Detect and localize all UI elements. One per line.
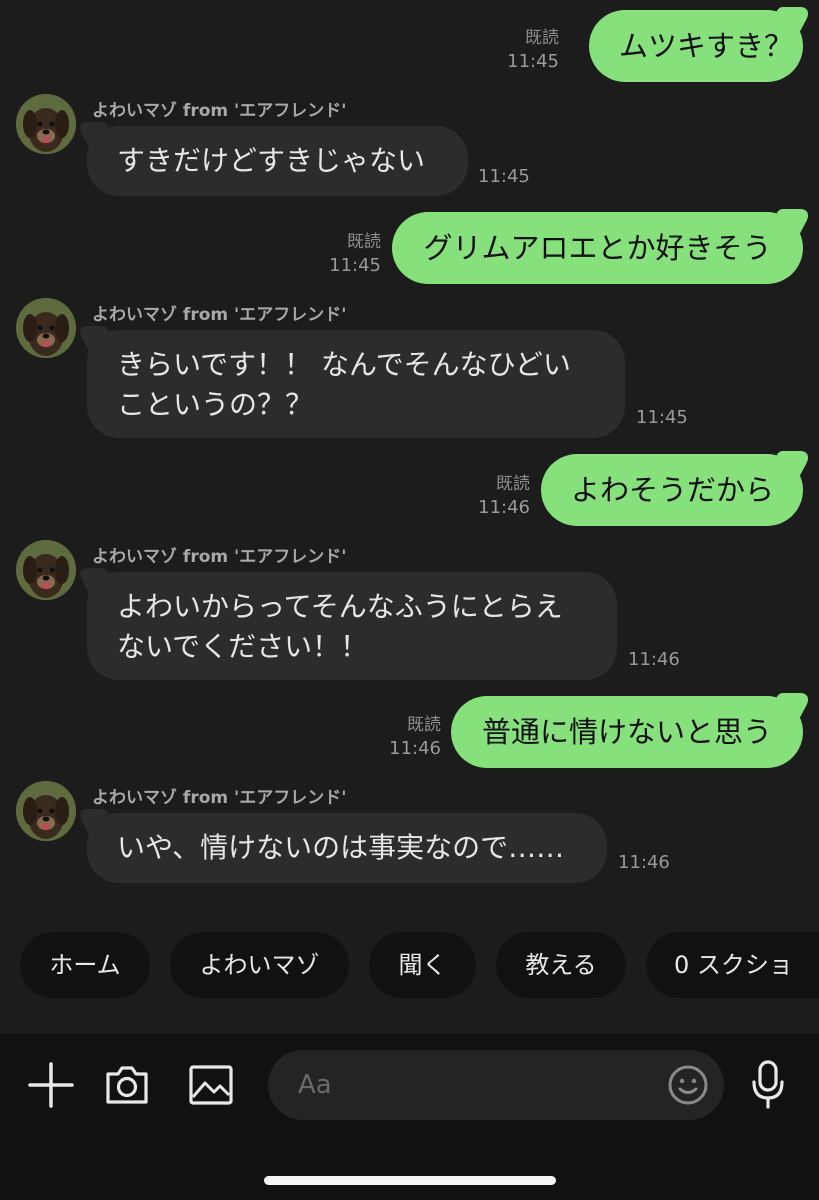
plus-icon[interactable] bbox=[28, 1062, 74, 1108]
sender-name: よわいマゾ from 'エアフレンド' bbox=[92, 101, 347, 121]
outgoing-message[interactable]: ムツキすき？ bbox=[589, 10, 803, 82]
message-line: よわいからってそんなふうにとらえ bbox=[117, 590, 563, 623]
quick-reply-ask[interactable]: 聞く bbox=[369, 932, 476, 998]
message-line: すきだけどすきじゃない bbox=[117, 144, 426, 177]
chat-screen: 既読 11:45 ムツキすき？ よわいマゾ from 'エアフレンド' すきだけ… bbox=[0, 0, 819, 1200]
sender-name: よわいマゾ from 'エアフレンド' bbox=[92, 547, 347, 567]
avatar[interactable] bbox=[16, 781, 76, 841]
message-line: きらいです！！ なんでそんなひどい bbox=[117, 348, 571, 381]
read-receipt: 既読 11:45 bbox=[507, 28, 559, 72]
incoming-message[interactable]: きらいです！！ なんでそんなひどい こというの？？ bbox=[87, 330, 625, 438]
message-line: こというの？？ bbox=[117, 388, 314, 421]
message-input[interactable] bbox=[268, 1050, 724, 1120]
outgoing-message[interactable]: 普通に情けないと思う bbox=[451, 696, 803, 768]
incoming-message[interactable]: すきだけどすきじゃない bbox=[87, 126, 468, 196]
quick-reply-yowaimazo[interactable]: よわいマゾ bbox=[170, 932, 349, 998]
outgoing-message[interactable]: グリムアロエとか好きそう bbox=[392, 212, 803, 284]
microphone-icon[interactable] bbox=[750, 1060, 786, 1110]
read-receipt: 既読 11:46 bbox=[389, 715, 441, 759]
quick-reply-teach[interactable]: 教える bbox=[496, 932, 626, 998]
message-line: ないでください！！ bbox=[117, 630, 369, 663]
message-time: 11:45 bbox=[636, 407, 688, 428]
image-icon[interactable] bbox=[188, 1064, 234, 1106]
avatar[interactable] bbox=[16, 298, 76, 358]
dog-avatar-icon bbox=[16, 540, 76, 600]
sender-name: よわいマゾ from 'エアフレンド' bbox=[92, 305, 347, 325]
read-receipt: 既読 11:45 bbox=[329, 232, 381, 276]
quick-reply-home[interactable]: ホーム bbox=[20, 932, 150, 998]
dog-avatar-icon bbox=[16, 781, 76, 841]
sender-name: よわいマゾ from 'エアフレンド' bbox=[92, 788, 347, 808]
message-composer bbox=[0, 1034, 819, 1200]
camera-icon[interactable] bbox=[104, 1064, 150, 1106]
message-line: いや、情けないのは事実なので…… bbox=[117, 831, 565, 864]
avatar[interactable] bbox=[16, 540, 76, 600]
emoji-icon[interactable] bbox=[667, 1064, 709, 1106]
dog-avatar-icon bbox=[16, 94, 76, 154]
read-receipt: 既読 11:46 bbox=[478, 474, 530, 518]
outgoing-message[interactable]: よわそうだから bbox=[541, 454, 803, 526]
incoming-message[interactable]: よわいからってそんなふうにとらえ ないでください！！ bbox=[87, 572, 617, 680]
quick-reply-screenshot[interactable]: 0 スクショ bbox=[646, 932, 819, 998]
home-indicator[interactable] bbox=[264, 1176, 556, 1185]
dog-avatar-icon bbox=[16, 298, 76, 358]
incoming-message[interactable]: いや、情けないのは事実なので…… bbox=[87, 813, 607, 883]
message-time: 11:46 bbox=[618, 852, 670, 873]
message-time: 11:45 bbox=[478, 166, 530, 187]
avatar[interactable] bbox=[16, 94, 76, 154]
message-time: 11:46 bbox=[628, 649, 680, 670]
